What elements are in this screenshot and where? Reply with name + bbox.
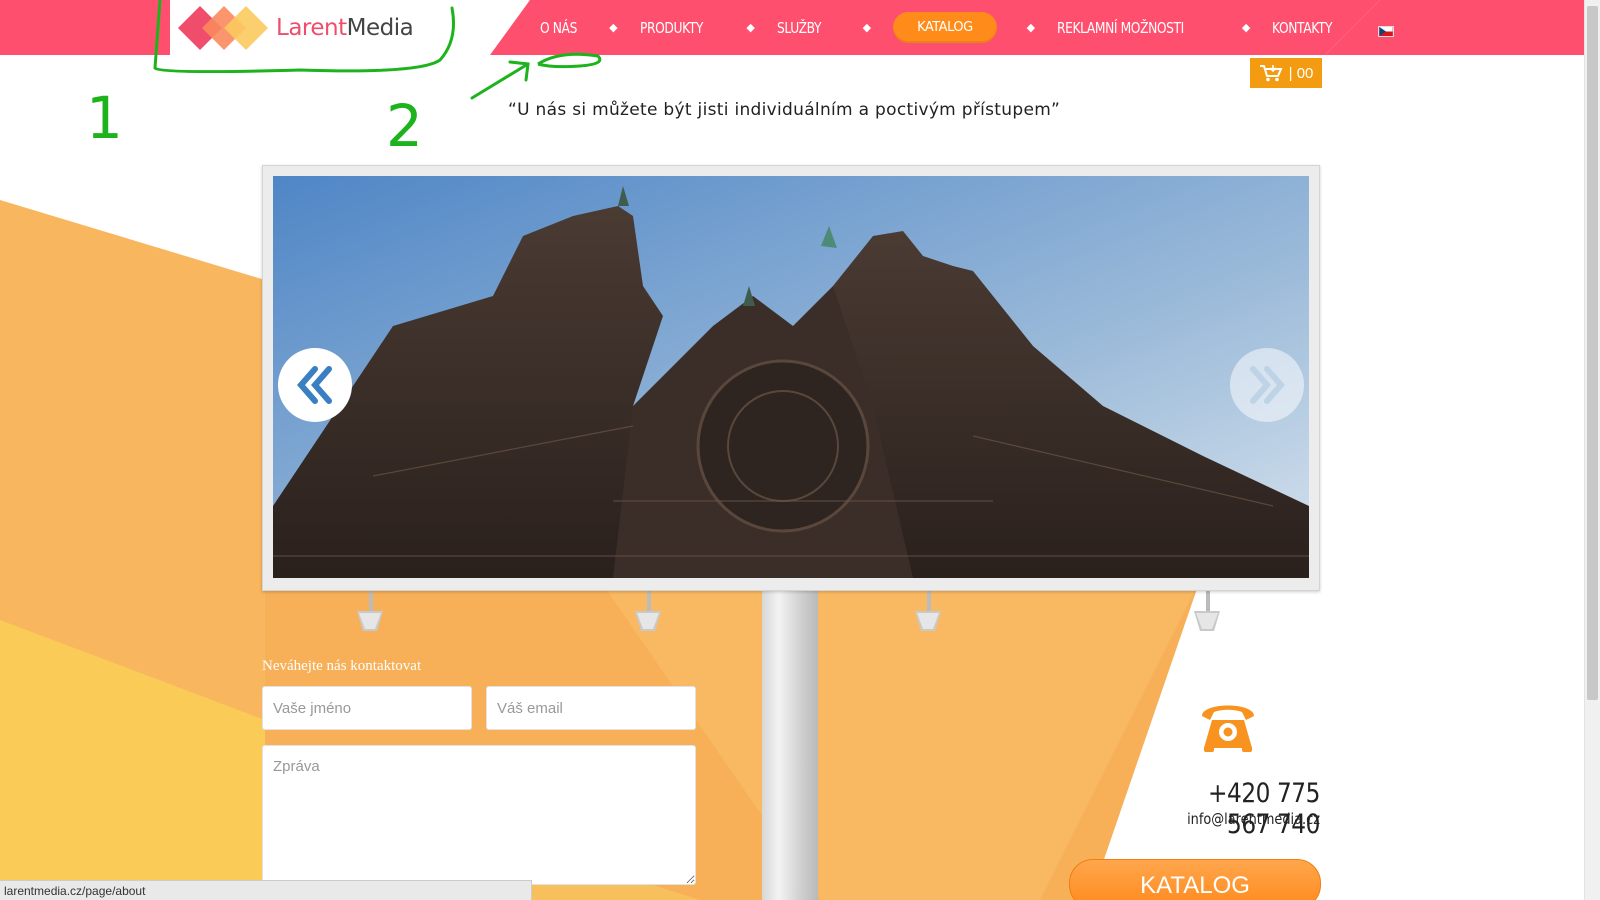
billboard-lamp — [915, 591, 941, 631]
nav-item-katalog[interactable]: KATALOG — [893, 12, 997, 43]
logo-mark-icon — [178, 6, 268, 50]
nav-item-produkty[interactable]: PRODUKTY — [640, 19, 703, 37]
nav-separator: ◆ — [862, 22, 872, 34]
phone-number[interactable]: +420 775 567 740 — [1163, 778, 1320, 840]
nav-item-kontakty[interactable]: KONTAKTY — [1272, 19, 1333, 37]
slide-image — [273, 176, 1309, 578]
nav-item-sluzby[interactable]: SLUŽBY — [777, 19, 821, 37]
browser-status-bar: larentmedia.cz/page/about — [0, 880, 532, 900]
catalog-button[interactable]: KATALOG — [1069, 859, 1321, 900]
main-nav: O NÁS ◆ PRODUKTY ◆ SLUŽBY ◆ KATALOG ◆ RE… — [540, 0, 1346, 55]
flag-cz-icon[interactable] — [1378, 26, 1394, 37]
slider-prev-button[interactable] — [278, 348, 352, 422]
tagline: “U nás si můžete být jisti individuálním… — [508, 100, 1061, 120]
phone-icon — [1202, 705, 1254, 752]
nav-separator: ◆ — [1026, 22, 1036, 34]
message-field[interactable] — [262, 745, 696, 885]
cathedral-photo — [273, 176, 1309, 578]
slider-next-button[interactable] — [1230, 348, 1304, 422]
cart-icon — [1259, 65, 1283, 82]
double-chevron-right-icon — [1250, 366, 1285, 404]
page-scrollbar[interactable] — [1584, 0, 1600, 900]
logo[interactable]: LarentMedia — [178, 6, 414, 50]
email-field[interactable] — [486, 686, 696, 730]
nav-separator: ◆ — [746, 22, 755, 34]
name-field[interactable] — [262, 686, 472, 730]
billboard-lamp — [357, 591, 383, 631]
billboard-slider — [262, 165, 1320, 591]
double-chevron-left-icon — [297, 366, 332, 404]
billboard-lamp — [635, 591, 661, 631]
nav-separator: ◆ — [609, 22, 618, 34]
header: LarentMedia O NÁS ◆ PRODUKTY ◆ SLUŽBY ◆ … — [0, 0, 1600, 55]
billboard-lamp — [1194, 591, 1220, 631]
contact-form-title: Neváhejte nás kontaktovat — [262, 658, 422, 674]
scrollbar-thumb[interactable] — [1587, 6, 1598, 700]
cart-count: | 00 — [1288, 64, 1314, 82]
contact-email[interactable]: info@larentmedia.cz — [1163, 810, 1320, 828]
billboard-pole — [762, 591, 818, 900]
nav-item-o-nas[interactable]: O NÁS — [540, 19, 577, 37]
nav-item-reklamni-moznosti[interactable]: REKLAMNÍ MOŽNOSTI — [1057, 19, 1184, 37]
nav-separator: ◆ — [1241, 22, 1251, 34]
logo-text: LarentMedia — [276, 15, 414, 41]
cart-button[interactable]: | 00 — [1250, 58, 1322, 88]
